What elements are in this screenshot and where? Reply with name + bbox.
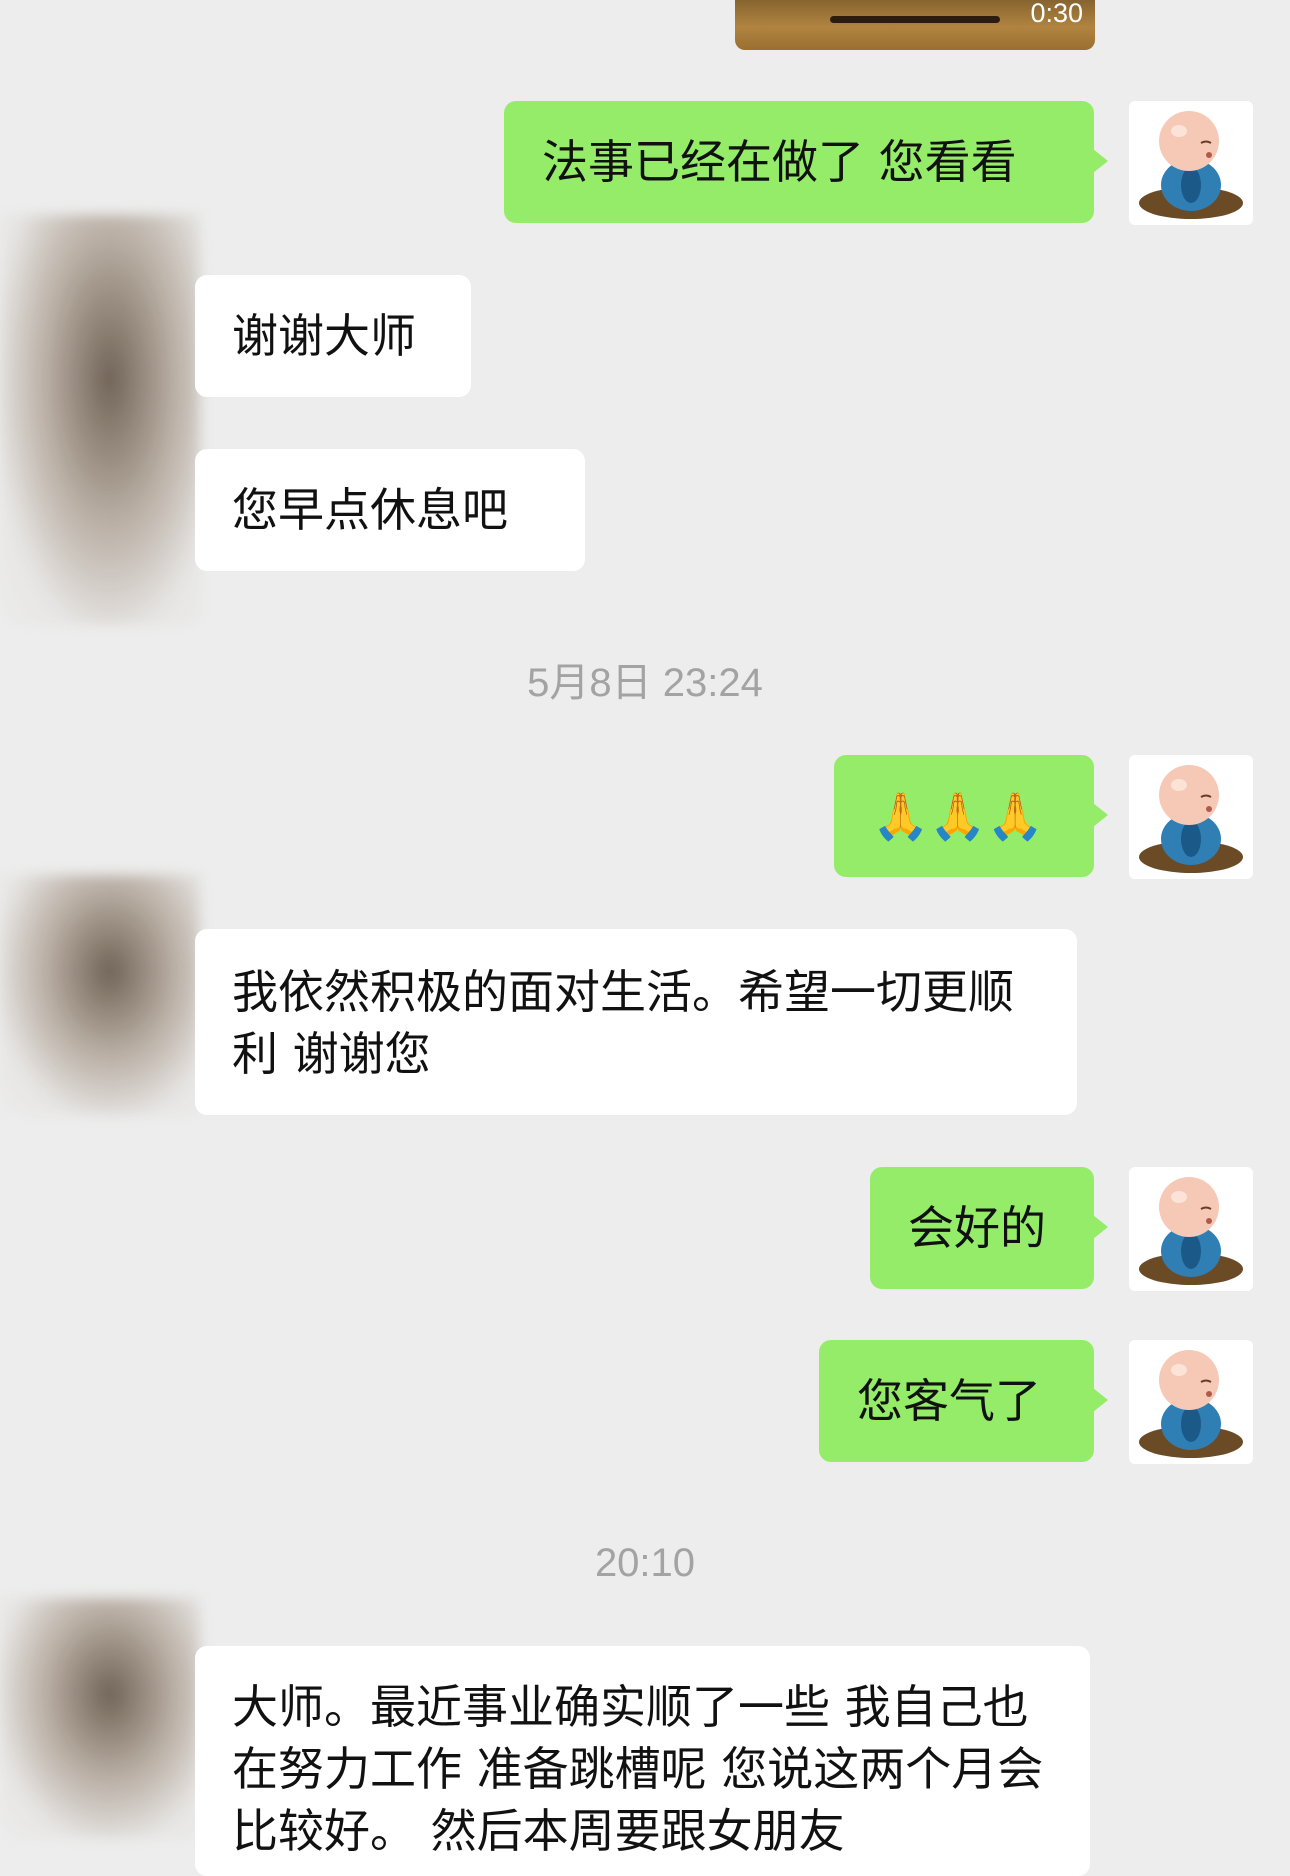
message-text: 大师。最近事业确实顺了一些 我自己也在努力工作 准备跳槽呢 您说这两个月会比较好… xyxy=(232,1680,1044,1858)
message-text: 🙏🙏🙏 xyxy=(872,789,1044,843)
chat-timestamp: 5月8日 23:24 xyxy=(527,661,763,705)
contact-avatar[interactable] xyxy=(0,1598,200,1838)
my-avatar[interactable] xyxy=(1129,1340,1253,1464)
contact-avatar[interactable] xyxy=(0,875,200,1115)
video-thumbnail-image-content xyxy=(830,16,1000,23)
praying-monk-icon xyxy=(1139,1350,1243,1458)
incoming-message-bubble[interactable]: 大师。最近事业确实顺了一些 我自己也在努力工作 准备跳槽呢 您说这两个月会比较好… xyxy=(195,1646,1090,1876)
outgoing-message-bubble[interactable]: 🙏🙏🙏 xyxy=(834,755,1108,877)
outgoing-message-bubble[interactable]: 会好的 xyxy=(870,1167,1108,1289)
message-text: 谢谢大师 xyxy=(232,309,416,363)
video-message-thumbnail[interactable]: 0:30 xyxy=(735,0,1095,50)
praying-monk-icon xyxy=(1139,111,1243,219)
my-avatar[interactable] xyxy=(1129,101,1253,225)
chat-timestamp: 20:10 xyxy=(594,1541,696,1585)
message-text: 您客气了 xyxy=(857,1374,1041,1428)
praying-monk-icon xyxy=(1139,1177,1243,1285)
message-text: 会好的 xyxy=(908,1201,1046,1255)
message-text: 法事已经在做了 您看看 xyxy=(542,135,1017,189)
incoming-message-bubble[interactable]: 谢谢大师 xyxy=(195,275,471,397)
outgoing-message-bubble[interactable]: 您客气了 xyxy=(819,1340,1108,1462)
message-text: 您早点休息吧 xyxy=(232,483,508,537)
my-avatar[interactable] xyxy=(1129,1167,1253,1291)
outgoing-message-bubble[interactable]: 法事已经在做了 您看看 xyxy=(504,101,1108,223)
incoming-message-bubble[interactable]: 您早点休息吧 xyxy=(195,449,585,571)
message-text: 我依然积极的面对生活。希望一切更顺利 谢谢您 xyxy=(232,965,1014,1081)
video-duration: 0:30 xyxy=(1030,0,1083,28)
praying-monk-icon xyxy=(1139,765,1243,873)
incoming-message-bubble[interactable]: 我依然积极的面对生活。希望一切更顺利 谢谢您 xyxy=(195,929,1077,1115)
contact-avatar[interactable] xyxy=(0,215,200,625)
my-avatar[interactable] xyxy=(1129,755,1253,879)
